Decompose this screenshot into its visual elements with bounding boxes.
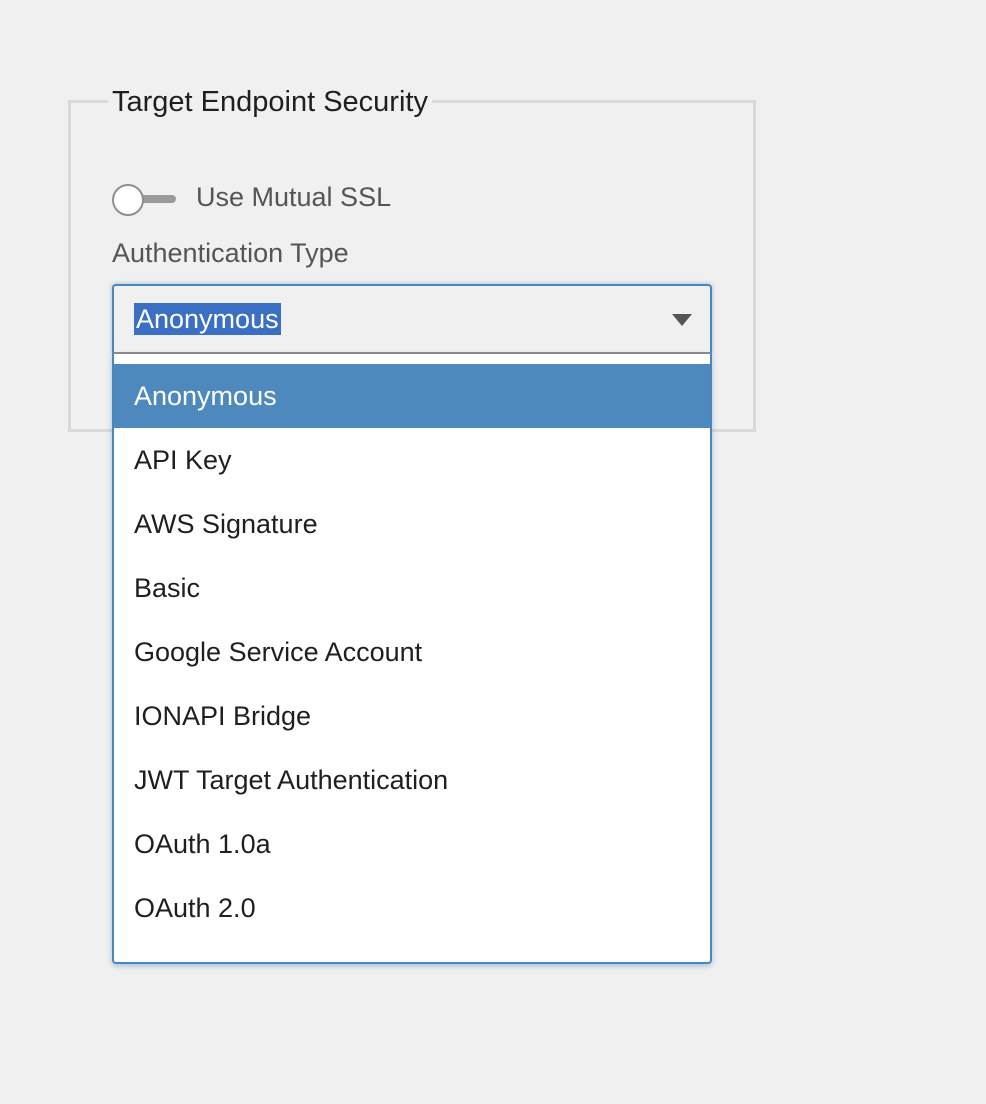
authentication-type-label: Authentication Type (112, 238, 349, 268)
option-basic[interactable]: Basic (114, 556, 710, 620)
authentication-type-dropdown[interactable]: Anonymous API Key AWS Signature Basic Go… (112, 354, 712, 964)
toggle-knob (112, 184, 144, 216)
option-ionapi-bridge[interactable]: IONAPI Bridge (114, 684, 710, 748)
mutual-ssl-label: Use Mutual SSL (196, 182, 392, 212)
select-current-value: Anonymous (134, 303, 281, 335)
section-title: Target Endpoint Security (108, 84, 432, 120)
page: Target Endpoint Security Use Mutual SSL … (0, 0, 986, 1104)
option-api-key[interactable]: API Key (114, 428, 710, 492)
option-anonymous[interactable]: Anonymous (114, 364, 710, 428)
caret-down-icon (672, 314, 692, 326)
option-oauth-2-0[interactable]: OAuth 2.0 (114, 876, 710, 940)
option-jwt-target-authentication[interactable]: JWT Target Authentication (114, 748, 710, 812)
authentication-type-select[interactable]: Anonymous (112, 284, 712, 354)
option-aws-signature[interactable]: AWS Signature (114, 492, 710, 556)
mutual-ssl-toggle[interactable] (112, 182, 176, 216)
option-google-service-account[interactable]: Google Service Account (114, 620, 710, 684)
option-oauth-1-0a[interactable]: OAuth 1.0a (114, 812, 710, 876)
